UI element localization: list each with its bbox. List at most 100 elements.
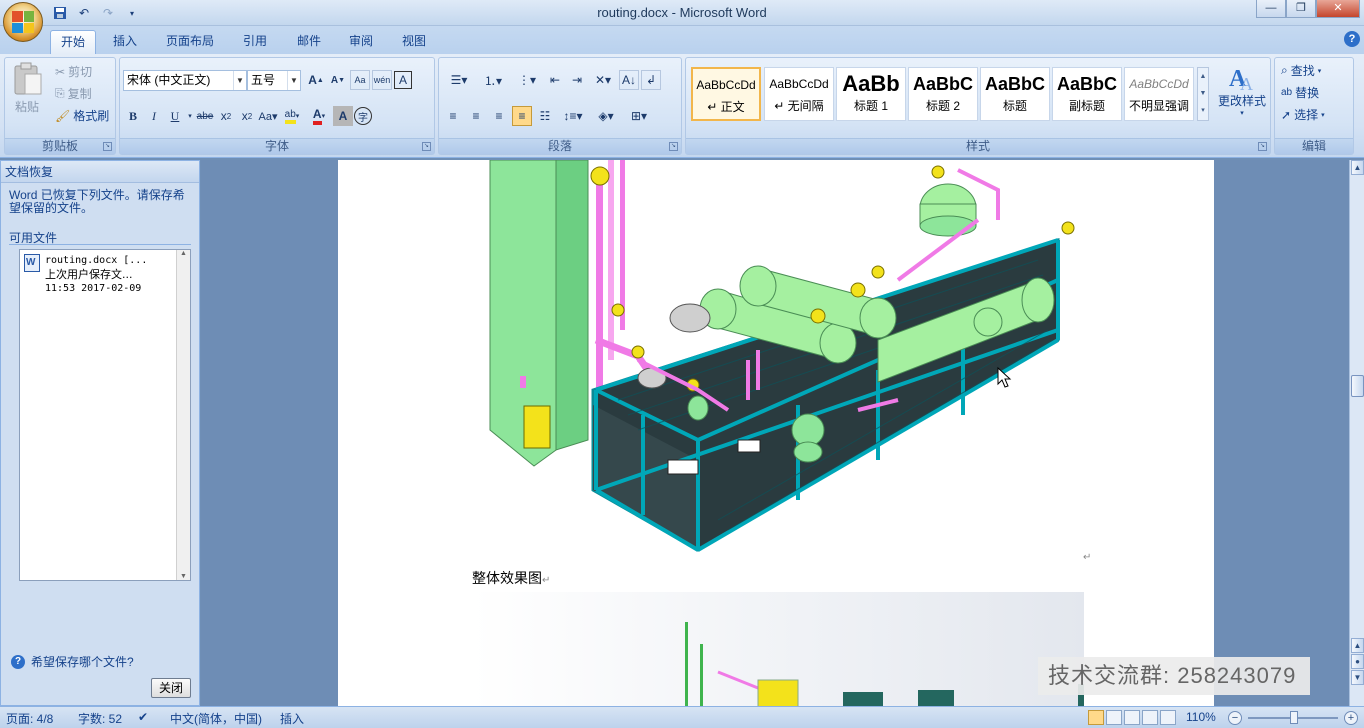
zoom-level[interactable]: 110%: [1186, 710, 1216, 724]
paragraph-launcher-icon[interactable]: ↘: [669, 142, 678, 151]
web-layout-view-icon[interactable]: [1124, 710, 1140, 725]
office-button[interactable]: [3, 2, 43, 42]
character-border-icon[interactable]: A: [394, 71, 412, 89]
tab-references[interactable]: 引用: [236, 30, 274, 54]
change-styles-button[interactable]: AA 更改样式 ▾: [1214, 62, 1270, 117]
enclose-character-icon[interactable]: 字: [354, 107, 372, 125]
styles-launcher-icon[interactable]: ↘: [1258, 142, 1267, 151]
replace-button[interactable]: ab 替换: [1281, 84, 1319, 101]
styles-gallery-scroll[interactable]: ▲ ▼ ▾: [1197, 67, 1209, 121]
subscript-icon[interactable]: x2: [216, 106, 236, 126]
align-center-icon[interactable]: ≡: [466, 106, 486, 126]
decrease-indent-icon[interactable]: ⇤: [545, 70, 565, 90]
style-no-spacing[interactable]: AaBbCcDd ↵ 无间隔: [764, 67, 834, 121]
tab-view[interactable]: 视图: [395, 30, 433, 54]
word-count[interactable]: 字数: 52: [78, 710, 122, 727]
chevron-down-icon: ▼: [233, 71, 246, 90]
shrink-font-icon[interactable]: A ▼: [328, 70, 348, 90]
help-icon[interactable]: ?: [1344, 31, 1360, 47]
underline-dropdown-icon[interactable]: ▾: [186, 106, 194, 126]
copy-button[interactable]: ⎘ 复制: [55, 85, 92, 102]
change-styles-label: 更改样式: [1217, 94, 1266, 108]
format-painter-button[interactable]: 🖌 格式刷: [55, 107, 109, 124]
select-button[interactable]: ➚ 选择 ▾: [1281, 106, 1325, 123]
scroll-page-down-icon[interactable]: ▼: [1351, 670, 1364, 685]
recovered-file-item[interactable]: routing.docx [... 上次用户保存文... 11:53 2017-…: [24, 254, 147, 296]
font-size-combo[interactable]: 五号 ▼: [247, 70, 301, 91]
close-window-button[interactable]: ✕: [1316, 0, 1360, 18]
scroll-down-icon[interactable]: ▼: [177, 573, 190, 580]
align-left-icon[interactable]: ≡: [443, 106, 463, 126]
multilevel-list-icon[interactable]: ⋮▾: [511, 70, 543, 90]
borders-icon[interactable]: ⊞▾: [624, 106, 654, 126]
highlight-icon[interactable]: ab ▾: [279, 106, 305, 126]
tab-review[interactable]: 审阅: [342, 30, 380, 54]
style-subtitle[interactable]: AaBbC 副标题: [1052, 67, 1122, 121]
increase-indent-icon[interactable]: ⇥: [567, 70, 587, 90]
file-name: routing.docx [...: [45, 255, 148, 266]
grow-font-icon[interactable]: A ▲: [306, 70, 326, 90]
cut-button[interactable]: ✂ 剪切: [55, 63, 92, 80]
tab-page-layout[interactable]: 页面布局: [160, 30, 220, 54]
shading-icon[interactable]: ◈▾: [591, 106, 621, 126]
style-normal[interactable]: AaBbCcDd ↵ 正文: [691, 67, 761, 121]
distributed-icon[interactable]: ☷: [535, 106, 555, 126]
outline-view-icon[interactable]: [1142, 710, 1158, 725]
style-heading-1[interactable]: AaBb 标题 1: [836, 67, 906, 121]
help-link-text[interactable]: 希望保存哪个文件?: [31, 653, 134, 670]
align-right-icon[interactable]: ≡: [489, 106, 509, 126]
zoom-out-icon[interactable]: −: [1228, 711, 1242, 725]
scroll-down-icon[interactable]: ▲: [1351, 638, 1364, 653]
underline-icon[interactable]: U: [165, 106, 185, 126]
clear-formatting-icon[interactable]: Aa: [350, 70, 370, 90]
full-screen-reading-view-icon[interactable]: [1106, 710, 1122, 725]
pane-title: 文档恢复: [1, 161, 199, 183]
list-scrollbar[interactable]: ▲ ▼: [176, 250, 190, 580]
justify-icon[interactable]: ≡: [512, 106, 532, 126]
tab-mailings[interactable]: 邮件: [290, 30, 328, 54]
tab-insert[interactable]: 插入: [106, 30, 144, 54]
vertical-scrollbar[interactable]: ▲ ▲ ● ▼: [1349, 160, 1364, 706]
style-heading-2[interactable]: AaBbC 标题 2: [908, 67, 978, 121]
help-link[interactable]: ? 希望保存哪个文件?: [11, 653, 134, 670]
phonetic-guide-icon[interactable]: wén: [372, 70, 392, 90]
style-title[interactable]: AaBbC 标题: [980, 67, 1050, 121]
spell-check-icon[interactable]: ✔: [138, 710, 148, 724]
insert-mode[interactable]: 插入: [280, 710, 304, 727]
select-browse-object-icon[interactable]: ●: [1351, 654, 1364, 669]
bullets-icon[interactable]: ☰▾: [443, 70, 475, 90]
scroll-up-icon[interactable]: ▲: [1351, 160, 1364, 175]
window-title: routing.docx - Microsoft Word: [597, 5, 767, 20]
chinese-layout-icon[interactable]: ✕▾: [589, 70, 617, 90]
scroll-up-icon[interactable]: ▲: [177, 250, 190, 257]
print-layout-view-icon[interactable]: [1088, 710, 1104, 725]
page-count[interactable]: 页面: 4/8: [6, 710, 53, 727]
line-spacing-icon[interactable]: ↕≡▾: [558, 106, 588, 126]
italic-icon[interactable]: I: [144, 106, 164, 126]
font-name-combo[interactable]: 宋体 (中文正文) ▼: [123, 70, 247, 91]
clipboard-launcher-icon[interactable]: ↘: [103, 142, 112, 151]
change-case-icon[interactable]: Aa▾: [258, 106, 278, 126]
language-indicator[interactable]: 中文(简体，中国): [170, 710, 262, 727]
close-pane-button[interactable]: 关闭: [151, 678, 191, 698]
font-color-icon[interactable]: A ▾: [306, 106, 332, 126]
document-page[interactable]: ↵ 整体效果图↵: [338, 160, 1214, 706]
show-marks-icon[interactable]: ↲: [641, 70, 661, 90]
style-subtle-emphasis[interactable]: AaBbCcDd 不明显强调: [1124, 67, 1194, 121]
scrollbar-thumb[interactable]: [1351, 375, 1364, 397]
zoom-in-icon[interactable]: +: [1344, 711, 1358, 725]
find-button[interactable]: ⌕ 查找 ▾: [1281, 62, 1321, 79]
zoom-slider-thumb[interactable]: [1290, 711, 1298, 724]
sort-icon[interactable]: A↓: [619, 70, 639, 90]
tab-home[interactable]: 开始: [50, 30, 96, 54]
restore-button[interactable]: ❐: [1286, 0, 1316, 18]
draft-view-icon[interactable]: [1160, 710, 1176, 725]
strikethrough-icon[interactable]: abe: [195, 106, 215, 126]
paste-button[interactable]: 粘贴: [11, 62, 43, 115]
character-shading-icon[interactable]: A: [333, 106, 353, 126]
superscript-icon[interactable]: x2: [237, 106, 257, 126]
bold-icon[interactable]: B: [123, 106, 143, 126]
font-launcher-icon[interactable]: ↘: [422, 142, 431, 151]
minimize-button[interactable]: —: [1256, 0, 1286, 18]
numbering-icon[interactable]: ⒈▾: [477, 70, 509, 90]
